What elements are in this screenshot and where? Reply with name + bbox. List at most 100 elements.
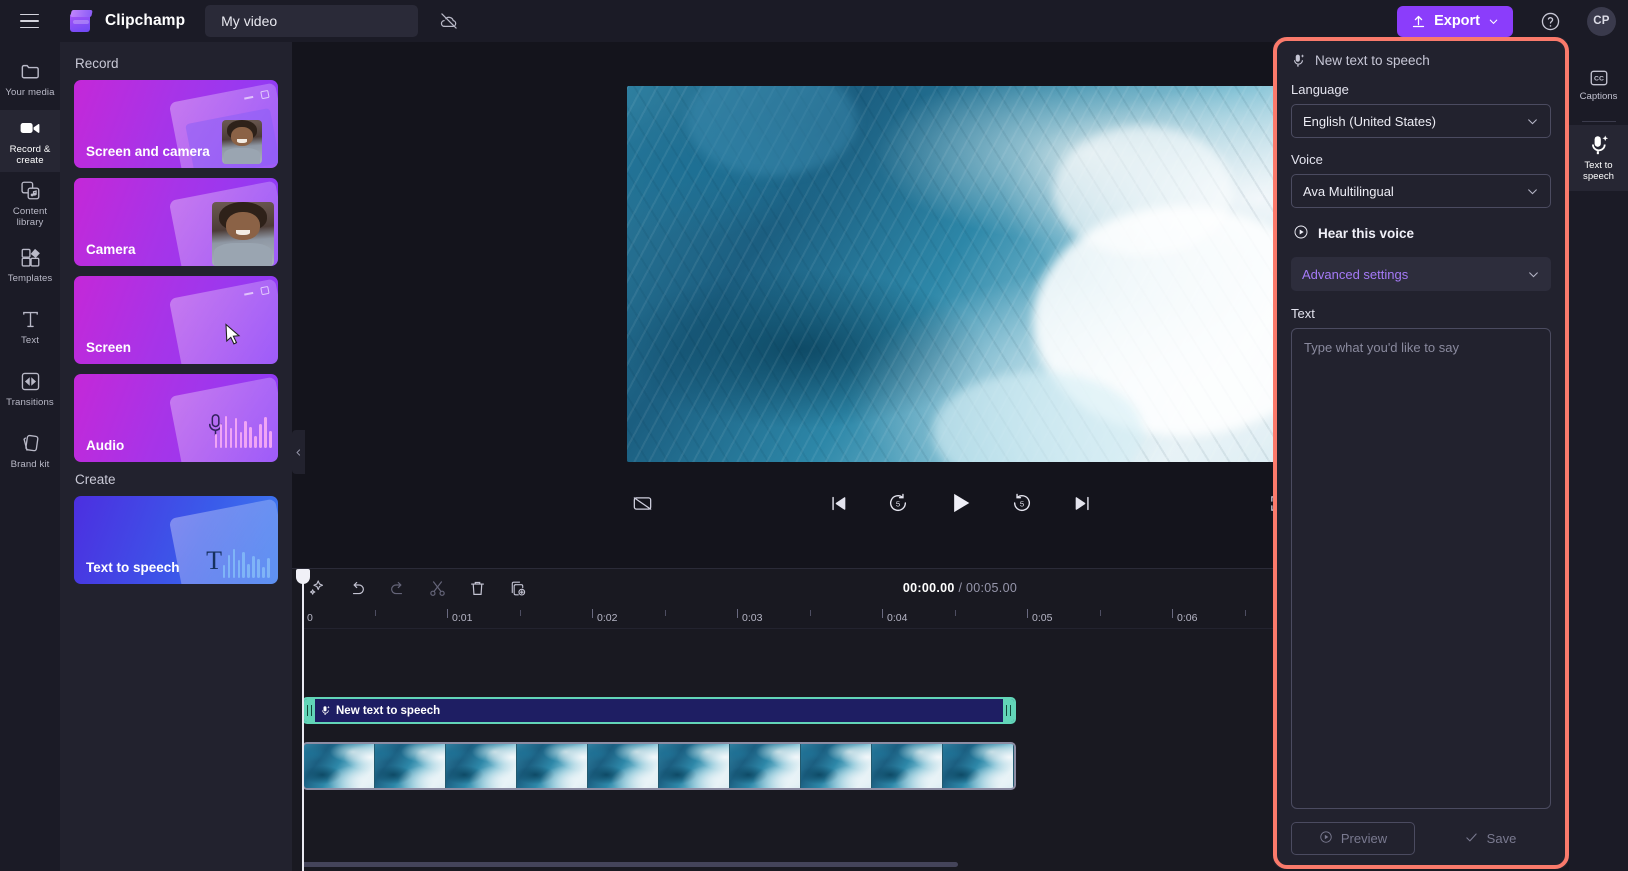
sidebar-item-templates[interactable]: Templates	[0, 234, 60, 296]
delete-icon[interactable]	[466, 577, 488, 599]
language-select[interactable]: English (United States)	[1291, 104, 1551, 138]
text-input[interactable]: Type what you'd like to say	[1291, 328, 1551, 809]
sidebar-item-label: Text	[21, 335, 39, 346]
language-value: English (United States)	[1303, 113, 1436, 129]
ruler-tick	[1027, 609, 1028, 618]
transitions-icon	[21, 372, 39, 391]
waveform-icon	[214, 414, 272, 448]
clip-video[interactable]	[302, 742, 1016, 790]
left-nav-rail: Your media Record & create Content libra…	[0, 42, 60, 871]
collapse-left-panel-button[interactable]	[292, 430, 305, 474]
split-icon[interactable]	[426, 577, 448, 599]
ruler-tick-minor	[664, 610, 666, 616]
preview-button[interactable]: Preview	[1291, 822, 1415, 855]
folder-icon	[21, 64, 39, 79]
text-to-speech-icon	[1294, 54, 1305, 67]
rewind-5-icon[interactable]: 5	[883, 488, 913, 518]
right-nav-rail: CC Captions Text to speech	[1569, 42, 1628, 871]
hamburger-icon[interactable]	[12, 6, 46, 36]
total-time: 00:05.00	[966, 581, 1018, 595]
card-label: Camera	[86, 242, 136, 257]
svg-text:CC: CC	[1594, 75, 1604, 82]
auto-compose-icon[interactable]	[306, 577, 328, 599]
tab-label: Captions	[1579, 90, 1618, 102]
create-heading: Create	[75, 472, 116, 487]
sidebar-item-label: Transitions	[6, 397, 54, 408]
card-audio[interactable]: Audio	[74, 374, 278, 462]
sidebar-item-record-create[interactable]: Record & create	[0, 110, 60, 172]
clip-thumbnail	[730, 744, 801, 788]
video-preview[interactable]	[627, 86, 1293, 462]
advanced-settings-toggle[interactable]: Advanced settings	[1291, 257, 1551, 291]
redo-icon[interactable]	[386, 577, 408, 599]
tab-captions[interactable]: CC Captions	[1569, 52, 1628, 118]
save-button[interactable]: Save	[1429, 822, 1551, 855]
sidebar-item-text[interactable]: Text	[0, 296, 60, 358]
card-screen[interactable]: Screen	[74, 276, 278, 364]
sidebar-item-your-media[interactable]: Your media	[0, 48, 60, 110]
play-button[interactable]	[943, 486, 977, 520]
text-placeholder: Type what you'd like to say	[1304, 340, 1459, 355]
advanced-settings-label: Advanced settings	[1302, 266, 1409, 282]
text-icon	[22, 311, 38, 328]
video-title-input[interactable]	[205, 5, 419, 37]
clip-thumbnail	[517, 744, 588, 788]
undo-icon[interactable]	[346, 577, 368, 599]
sidebar-item-label: Record & create	[9, 144, 51, 166]
card-label: Screen and camera	[86, 144, 210, 159]
cloud-off-icon[interactable]	[434, 6, 464, 36]
ruler-tick	[1172, 609, 1173, 618]
card-text-to-speech[interactable]: T Text to speech	[74, 496, 278, 584]
clip-trim-handle-left[interactable]	[304, 699, 315, 722]
clip-thumbnail	[375, 744, 446, 788]
panel-title-label: New text to speech	[1315, 53, 1430, 68]
sidebar-item-content-library[interactable]: Content library	[0, 172, 60, 234]
timeline-scrollbar[interactable]	[302, 862, 958, 867]
text-to-speech-icon	[322, 705, 330, 715]
save-label: Save	[1486, 831, 1517, 846]
text-glyph-icon: T	[206, 546, 222, 575]
duplicate-icon[interactable]	[506, 577, 528, 599]
clip-thumbnail	[304, 744, 375, 788]
skip-to-end-icon[interactable]	[1067, 488, 1097, 518]
record-heading: Record	[75, 56, 119, 71]
clip-trim-handle-right[interactable]	[1003, 699, 1014, 722]
card-screen-and-camera[interactable]: Screen and camera	[74, 80, 278, 168]
panel-title: New text to speech	[1291, 53, 1551, 68]
record-create-panel: Record Screen and camera Camera Screen A…	[60, 42, 292, 871]
playhead-knob[interactable]	[296, 569, 310, 584]
tab-text-to-speech[interactable]: Text to speech	[1569, 125, 1628, 191]
current-time: 00:00.00	[902, 581, 955, 595]
ruler-tick-minor	[374, 610, 376, 616]
sidebar-item-transitions[interactable]: Transitions	[0, 358, 60, 420]
captions-off-icon[interactable]	[627, 488, 657, 518]
chevron-down-icon	[1527, 268, 1540, 281]
hear-this-voice-button[interactable]: Hear this voice	[1293, 224, 1551, 243]
templates-icon	[21, 248, 40, 267]
help-icon[interactable]	[1535, 6, 1565, 36]
clipchamp-app: Clipchamp Export	[0, 0, 1628, 871]
closed-captions-icon: CC	[1590, 70, 1607, 85]
avatar[interactable]: CP	[1587, 6, 1616, 36]
clip-text-to-speech[interactable]: New text to speech	[302, 697, 1016, 724]
text-to-speech-panel-wrapper: New text to speech Language English (Uni…	[1273, 37, 1569, 869]
voice-select[interactable]: Ava Multilingual	[1291, 174, 1551, 208]
play-circle-icon	[1293, 224, 1309, 243]
avatar-thumbnail	[212, 202, 274, 266]
brand-kit-icon	[22, 434, 38, 452]
forward-5-icon[interactable]: 5	[1007, 488, 1037, 518]
sidebar-item-brand-kit[interactable]: Brand kit	[0, 420, 60, 482]
voice-value: Ava Multilingual	[1303, 183, 1394, 199]
skip-to-start-icon[interactable]	[823, 488, 853, 518]
ruler-tick-label: 0:01	[452, 612, 473, 624]
ruler-tick-minor	[1244, 610, 1246, 616]
card-camera[interactable]: Camera	[74, 178, 278, 266]
playhead[interactable]	[296, 569, 310, 871]
tab-label: Text to speech	[1583, 160, 1614, 182]
export-button[interactable]: Export	[1397, 5, 1513, 37]
text-label: Text	[1291, 306, 1315, 321]
sidebar-item-label: Templates	[7, 273, 53, 284]
card-label: Screen	[86, 340, 132, 355]
sidebar-item-label: Your media	[5, 87, 55, 98]
ruler-tick-minor	[1099, 610, 1101, 616]
